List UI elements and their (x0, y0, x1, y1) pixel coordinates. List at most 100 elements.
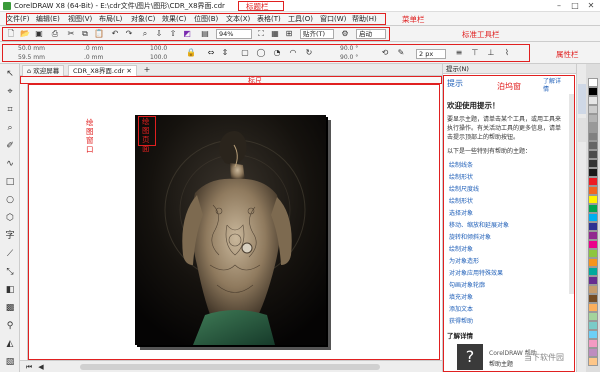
horizontal-scrollbar[interactable] (80, 364, 380, 370)
palette-swatch[interactable] (588, 204, 598, 213)
docker-side-tabs (576, 64, 586, 372)
standard-toolbar-annotation-box (2, 27, 390, 41)
topic-link[interactable]: 添加文本 (449, 304, 473, 313)
freehand-tool-icon[interactable]: ✐ (3, 140, 17, 152)
add-tab-icon[interactable]: + (142, 65, 152, 75)
palette-swatch[interactable] (588, 123, 598, 132)
close-icon[interactable]: ✕ (584, 1, 598, 11)
prev-page-icon[interactable]: ◀ (36, 362, 46, 372)
drop-shadow-icon[interactable]: ◧ (3, 284, 17, 296)
more-section-title: 了解详情 (447, 332, 473, 340)
docker-tab-properties[interactable] (578, 118, 586, 142)
palette-swatch[interactable] (588, 321, 598, 330)
help-box-line-2[interactable]: 帮助主题 (489, 359, 513, 368)
text-tool-icon[interactable]: 字 (3, 230, 17, 242)
topic-link[interactable]: 绘制形状 (449, 196, 473, 205)
tab-document[interactable]: CDR_X8界面.cdr ✕ (68, 65, 137, 76)
parallel-dimension-icon[interactable]: ⟋ (3, 248, 17, 260)
zoom-tool-icon[interactable]: ⌕ (3, 122, 17, 134)
transparency-icon[interactable]: ▩ (3, 302, 17, 314)
topic-link[interactable]: 填充对象 (449, 292, 473, 301)
interactive-fill-icon[interactable]: ◭ (3, 338, 17, 350)
palette-swatch[interactable] (588, 177, 598, 186)
palette-swatch[interactable] (588, 114, 598, 123)
topic-link[interactable]: 绘制形状 (449, 172, 473, 181)
palette-swatch[interactable] (588, 141, 598, 150)
palette-swatch[interactable] (588, 87, 598, 96)
palette-swatch[interactable] (588, 159, 598, 168)
palette-swatch[interactable] (588, 312, 598, 321)
palette-swatch[interactable] (588, 249, 598, 258)
drawing-page-image[interactable] (135, 115, 326, 345)
topic-link[interactable]: 绘制对象 (449, 244, 473, 253)
maximize-icon[interactable]: □ (568, 1, 582, 11)
connector-tool-icon[interactable]: ⤡ (3, 266, 17, 278)
shape-tool-icon[interactable]: ⌖ (3, 86, 17, 98)
tab-welcome[interactable]: ⌂ 欢迎屏幕 (22, 65, 65, 76)
document-tabs: ⌂ 欢迎屏幕 CDR_X8界面.cdr ✕ + (20, 64, 442, 76)
ruler-annotation-box (20, 76, 442, 84)
topic-link[interactable]: 旋转和倾斜对象 (449, 232, 491, 241)
topic-link[interactable]: 对对象应用特殊效果 (449, 268, 503, 277)
watermark-text: 当下软件园 (524, 353, 564, 362)
tattooed-figure-artwork (135, 115, 326, 345)
palette-swatch[interactable] (588, 276, 598, 285)
topic-link[interactable]: 勾画对象轮廓 (449, 280, 485, 289)
docker-header: 提示(N) (443, 64, 577, 74)
drawing-page-annotation: 绘图页面 (142, 117, 150, 153)
help-question-icon[interactable]: ? (457, 344, 483, 370)
palette-swatch[interactable] (588, 222, 598, 231)
tips-docker: 提示(N) 提示 泊坞窗 了解详情 欢迎使用提示！ 要显示主题，请单击某个工具，… (442, 64, 577, 372)
palette-swatch[interactable] (588, 231, 598, 240)
palette-swatch[interactable] (588, 285, 598, 294)
palette-swatch[interactable] (588, 258, 598, 267)
palette-swatch[interactable] (588, 294, 598, 303)
palette-swatch[interactable] (588, 195, 598, 204)
minimize-icon[interactable]: – (552, 1, 566, 11)
palette-swatch[interactable] (588, 357, 598, 366)
palette-swatch[interactable] (588, 168, 598, 177)
welcome-title: 欢迎使用提示！ (447, 101, 500, 110)
toolbox: ↖ ⌖ ⌗ ⌕ ✐ ∿ □ ○ ⬡ 字 ⟋ ⤡ ◧ ▩ ⚲ ◭ ▧ (0, 64, 20, 372)
palette-swatch[interactable] (588, 330, 598, 339)
palette-swatch[interactable] (588, 105, 598, 114)
palette-swatch[interactable] (588, 240, 598, 249)
tab-welcome-label: 欢迎屏幕 (33, 67, 60, 75)
rectangle-tool-icon[interactable]: □ (3, 176, 17, 188)
docker-scrollbar[interactable] (569, 94, 574, 294)
palette-swatch[interactable] (588, 267, 598, 276)
topic-link[interactable]: 选择对象 (449, 208, 473, 217)
palette-swatch[interactable] (588, 339, 598, 348)
property-bar: 50.0 mm 59.5 mm .0 mm .0 mm 100.0 100.0 … (0, 42, 600, 64)
topic-link[interactable]: 移动、缩放和延展对象 (449, 220, 509, 229)
topic-link[interactable]: 为对象造形 (449, 256, 479, 265)
topic-link[interactable]: 绘制尺度线 (449, 184, 479, 193)
palette-swatch[interactable] (588, 186, 598, 195)
drawing-window-annotation: 绘图窗口 (86, 118, 94, 154)
ellipse-tool-icon[interactable]: ○ (3, 194, 17, 206)
polygon-tool-icon[interactable]: ⬡ (3, 212, 17, 224)
vertical-ruler[interactable] (20, 84, 28, 360)
pick-tool-icon[interactable]: ↖ (3, 68, 17, 80)
window-title: CorelDRAW X8 (64-Bit) - E:\cdr文件\图片\图形\C… (14, 2, 225, 10)
palette-swatch[interactable] (588, 150, 598, 159)
page-navigator: ⏮ ◀ (20, 360, 442, 372)
eyedropper-icon[interactable]: ⚲ (3, 320, 17, 332)
topic-link[interactable]: 获得帮助 (449, 316, 473, 325)
smart-fill-icon[interactable]: ▧ (3, 356, 17, 368)
color-palette (586, 64, 600, 372)
palette-swatch[interactable] (588, 348, 598, 357)
docker-tab-tips[interactable] (578, 84, 586, 114)
palette-swatch[interactable] (588, 132, 598, 141)
topic-link[interactable]: 绘制线条 (449, 160, 473, 169)
palette-swatch[interactable] (588, 303, 598, 312)
palette-swatch[interactable] (588, 213, 598, 222)
topics-intro: 以下是一些特别有帮助的主题： (447, 148, 532, 155)
title-bar-annotation: 标题栏 (246, 2, 269, 11)
app-logo-icon (3, 2, 11, 10)
first-page-icon[interactable]: ⏮ (24, 362, 34, 372)
palette-swatch[interactable] (588, 96, 598, 105)
crop-tool-icon[interactable]: ⌗ (3, 104, 17, 116)
artistic-media-icon[interactable]: ∿ (3, 158, 17, 170)
palette-swatch[interactable] (588, 78, 598, 87)
